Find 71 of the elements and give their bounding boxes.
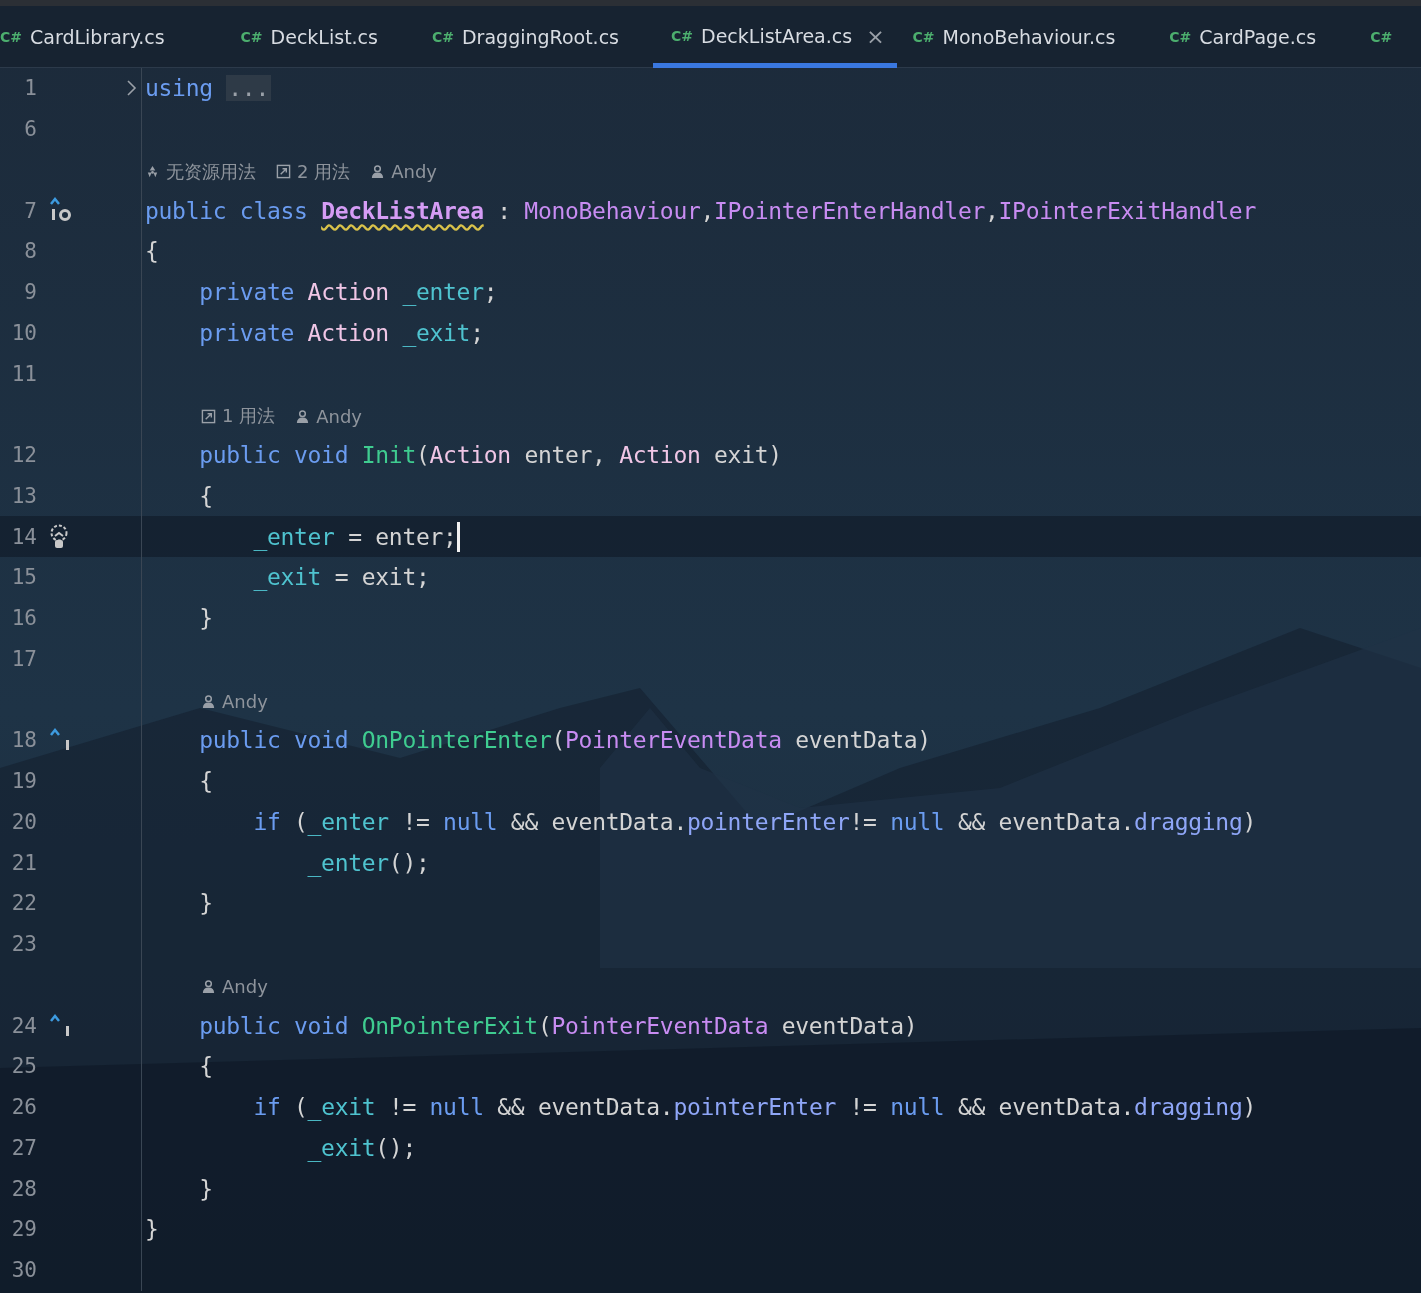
file-tab[interactable]: C# DeckListArea.cs ×	[653, 5, 897, 68]
person-icon	[370, 164, 386, 180]
person-icon	[201, 979, 216, 995]
inlay-hint[interactable]: 1 用法	[222, 404, 276, 429]
person-icon	[201, 694, 216, 710]
code-line: }	[145, 1216, 159, 1243]
code-line: public void Init(Action enter, Action exit)	[198, 442, 782, 469]
inlay-hint[interactable]: Andy	[222, 691, 268, 713]
line-number: 8	[23, 239, 37, 264]
line-number: 24	[10, 1013, 37, 1038]
line-number: 12	[10, 443, 37, 468]
code-line: if (_exit != null && eventData.pointerEnter != null && eventData.dragging)	[252, 1094, 1257, 1121]
inlay-hint[interactable]: 2 用法	[297, 159, 351, 184]
line-number: 22	[10, 891, 37, 916]
code-line: }	[198, 605, 213, 632]
code-line: _exit();	[306, 1134, 416, 1161]
file-tab[interactable]: C# CardLibrary.cs	[0, 5, 177, 68]
code-line: private Action _enter;	[198, 279, 498, 306]
code-line: public class DeckListArea : MonoBehaviour,IPointerEnterHandler,IPointerExitHandler	[145, 197, 1256, 224]
code-line: using ...	[145, 75, 271, 102]
line-number: 6	[23, 117, 37, 142]
code-line: private Action _exit;	[198, 319, 484, 346]
line-number: 20	[10, 809, 37, 834]
code-line: _enter();	[306, 849, 430, 876]
inlay-hint[interactable]: 无资源用法	[166, 159, 256, 184]
code-line: _enter = enter;	[252, 523, 457, 550]
line-number: 29	[10, 1217, 37, 1242]
lightbulb-icon[interactable]	[49, 523, 69, 550]
file-tab[interactable]: C# CardPage.cs	[1167, 5, 1329, 68]
line-number: 16	[10, 606, 37, 631]
line-number: 15	[10, 565, 37, 590]
code-line: {	[198, 768, 213, 795]
line-number: 26	[10, 1095, 37, 1120]
person-icon	[295, 408, 311, 424]
fold-chevron-icon[interactable]	[125, 79, 137, 98]
inlay-hint[interactable]: Andy	[222, 976, 268, 998]
line-number: 25	[10, 1054, 37, 1079]
code-line: public void OnPointerEnter(PointerEventData eventData)	[198, 727, 931, 754]
arrow-box-icon	[201, 408, 216, 424]
code-line: }	[198, 1175, 213, 1202]
close-icon[interactable]: ×	[866, 23, 885, 49]
file-tab[interactable]: C#	[1368, 5, 1405, 68]
line-number: 11	[10, 361, 37, 386]
line-number: 1	[23, 76, 37, 101]
code-line: }	[198, 890, 213, 917]
line-number: 9	[23, 280, 37, 305]
line-number: 19	[10, 769, 37, 794]
line-number: 27	[10, 1135, 37, 1160]
arrow-box-icon	[276, 164, 291, 180]
code-line: {	[198, 1053, 213, 1080]
line-number: 18	[10, 728, 37, 753]
file-tab[interactable]: C# MonoBehaviour.cs	[910, 5, 1128, 68]
line-number: 14	[10, 524, 37, 549]
trefoil-icon	[145, 164, 160, 180]
code-line: public void OnPointerExit(PointerEventData eventData)	[198, 1012, 918, 1039]
file-tab[interactable]: C# DeckList.cs	[238, 5, 390, 68]
line-number: 17	[10, 646, 37, 671]
code-line: _exit = exit;	[252, 564, 430, 591]
code-line: if (_enter != null && eventData.pointerEnter!= null && eventData.dragging)	[252, 808, 1257, 835]
inlay-hint[interactable]: Andy	[316, 405, 362, 427]
line-number: 13	[10, 483, 37, 508]
code-line: {	[198, 482, 213, 509]
code-line: {	[145, 238, 159, 265]
line-number: 10	[10, 320, 37, 345]
line-number: 7	[23, 198, 37, 223]
inlay-hint[interactable]: Andy	[391, 161, 437, 183]
line-number: 21	[10, 850, 37, 875]
line-number: 28	[10, 1176, 37, 1201]
line-number: 30	[10, 1258, 37, 1283]
line-number: 23	[10, 932, 37, 957]
file-tab[interactable]: C# DraggingRoot.cs	[429, 5, 631, 68]
